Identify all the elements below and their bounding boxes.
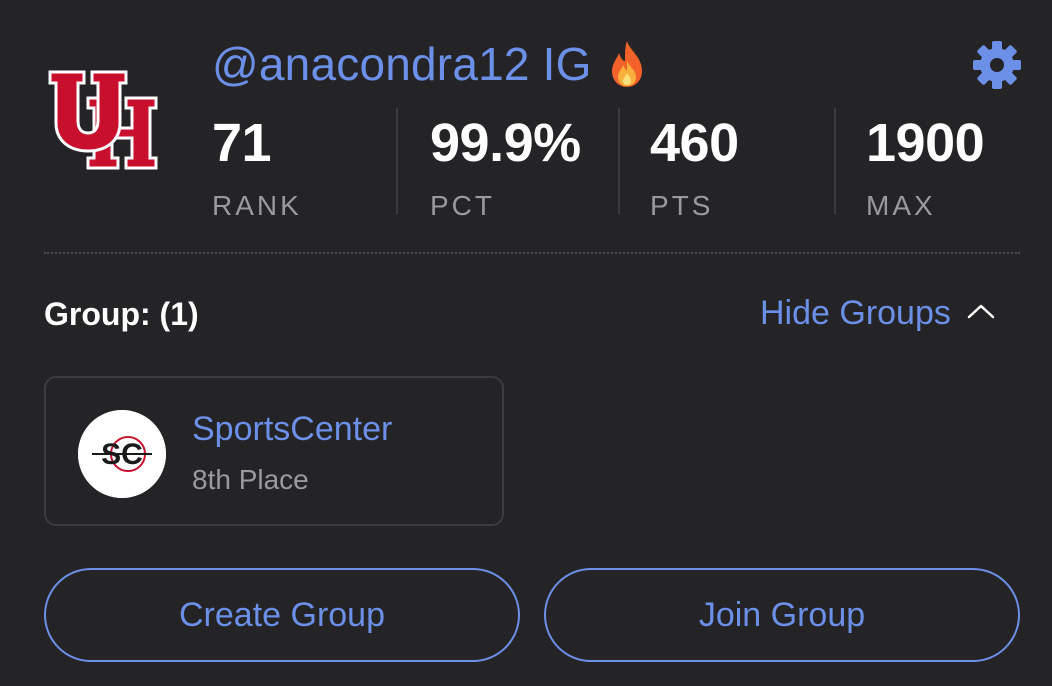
stat-label: PCT	[430, 190, 495, 221]
hide-groups-label: Hide Groups	[760, 294, 951, 332]
join-group-button[interactable]: Join Group	[544, 568, 1020, 662]
stat-divider	[396, 108, 398, 214]
stat-value: 71	[212, 113, 272, 173]
stat-divider	[834, 108, 836, 214]
fire-icon	[606, 39, 648, 89]
chevron-up-icon	[967, 302, 995, 325]
section-divider	[44, 252, 1020, 254]
group-name: SportsCenter	[192, 410, 393, 448]
create-group-button[interactable]: Create Group	[44, 568, 520, 662]
stat-max: 1900 MAX	[866, 108, 985, 222]
stat-rank: 71 RANK	[212, 108, 302, 222]
stat-label: RANK	[212, 190, 302, 221]
stat-pts: 460 PTS	[650, 108, 739, 222]
username-row: @anacondra12 IG	[212, 36, 648, 92]
hide-groups-button[interactable]: Hide Groups	[760, 294, 995, 333]
stat-value: 99.9%	[430, 113, 581, 173]
group-count-title: Group: (1)	[44, 296, 199, 332]
stats-row: 71 RANK 99.9% PCT 460 PTS 1900 MAX	[0, 108, 1052, 221]
group-card[interactable]: SC SportsCenter 8th Place	[44, 376, 504, 526]
gear-icon[interactable]	[972, 40, 1022, 90]
stat-pct: 99.9% PCT	[430, 108, 581, 222]
stat-value: 460	[650, 113, 739, 173]
stat-label: MAX	[866, 190, 936, 221]
profile-screen: @anacondra12 IG 71 RANK 99.9% PCT 460 PT…	[0, 0, 1052, 686]
stat-label: PTS	[650, 190, 714, 221]
stat-value: 1900	[866, 113, 985, 173]
sc-logo-icon: SC	[78, 410, 166, 498]
stat-divider	[618, 108, 620, 214]
group-place: 8th Place	[192, 464, 309, 495]
username: @anacondra12 IG	[212, 38, 592, 90]
